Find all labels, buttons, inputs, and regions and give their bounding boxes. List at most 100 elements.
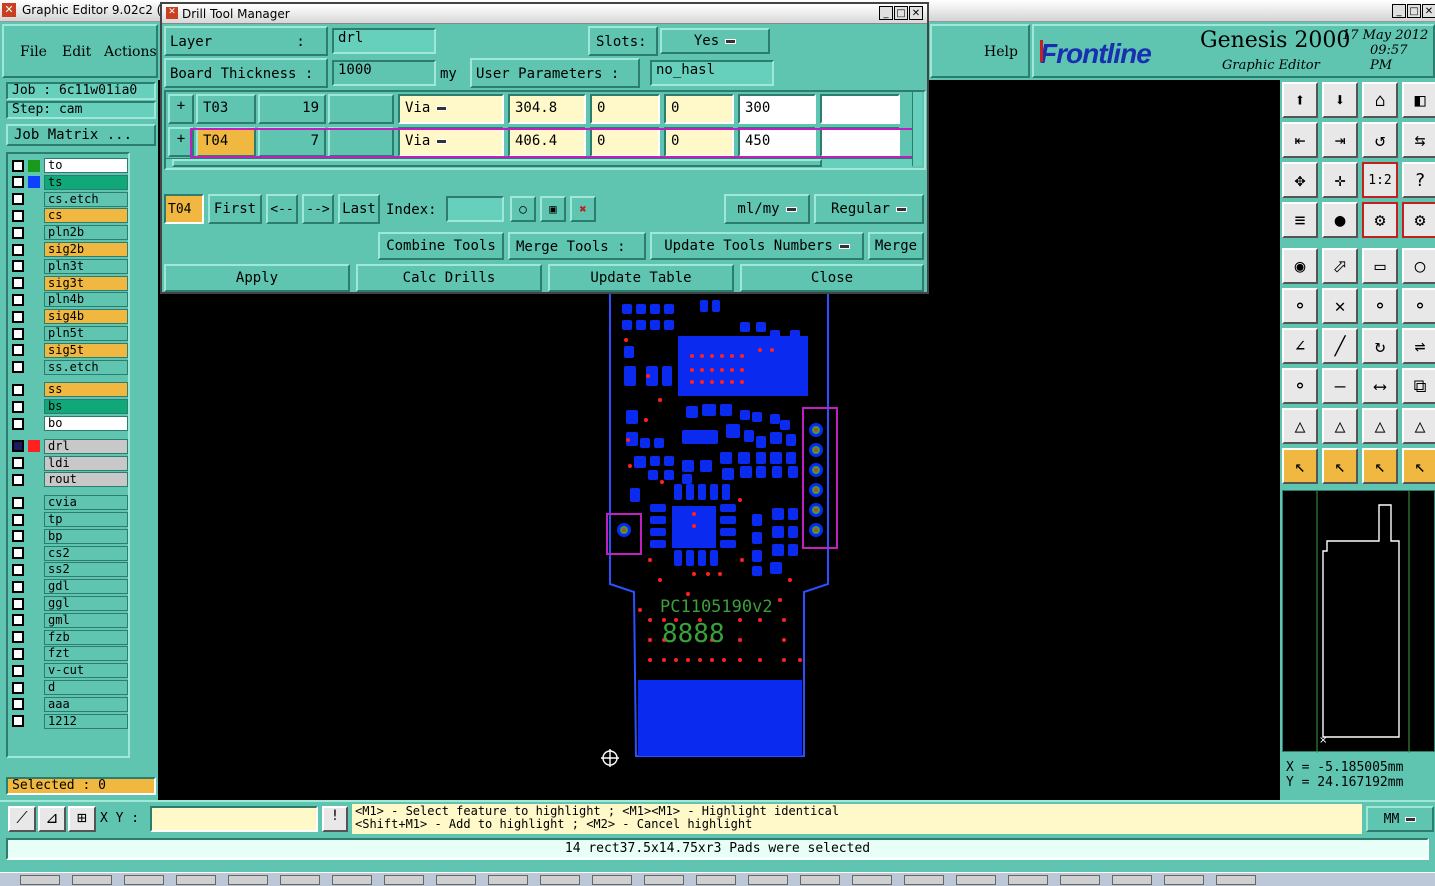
array-icon[interactable]: ⧉ bbox=[1402, 368, 1435, 404]
combine-tools-button[interactable]: Combine Tools bbox=[378, 232, 504, 260]
layer-checkbox[interactable] bbox=[12, 664, 24, 677]
hscroll-thumb[interactable] bbox=[172, 159, 822, 167]
grid-icon[interactable]: ⊞ bbox=[68, 806, 96, 832]
ruler-icon[interactable]: ▭ bbox=[1362, 248, 1398, 284]
layer-row-ggl[interactable]: ggl bbox=[12, 596, 128, 611]
job-matrix-button[interactable]: Job Matrix ... bbox=[6, 124, 156, 146]
taskbar-item[interactable] bbox=[748, 875, 788, 885]
layer-row-drl[interactable]: drl bbox=[12, 438, 128, 454]
angle-icon[interactable]: ∠ bbox=[1282, 328, 1318, 364]
taskbar-item[interactable] bbox=[436, 875, 476, 885]
line-tool-icon[interactable]: ╱ bbox=[1322, 328, 1358, 364]
arrow-box-icon[interactable]: ⬀ bbox=[1322, 248, 1358, 284]
taskbar-item[interactable] bbox=[488, 875, 528, 885]
layer-row-bp[interactable]: bp bbox=[12, 528, 128, 544]
menu-file[interactable]: File bbox=[20, 44, 47, 60]
layer-checkbox[interactable] bbox=[12, 277, 24, 290]
layer-checkbox[interactable] bbox=[12, 260, 24, 273]
layer-checkbox[interactable] bbox=[12, 647, 24, 660]
prev-button[interactable]: <-- bbox=[266, 194, 298, 224]
measure-icon[interactable]: ⊿ bbox=[38, 806, 66, 832]
select-b-icon[interactable]: ↖ bbox=[1322, 448, 1358, 484]
mode-dropdown[interactable]: Regular bbox=[814, 194, 924, 224]
layer-checkbox[interactable] bbox=[12, 614, 24, 627]
close-button[interactable]: Close bbox=[740, 264, 924, 292]
layer-checkbox[interactable] bbox=[12, 243, 24, 256]
layer-checkbox[interactable] bbox=[12, 193, 24, 206]
taskbar-item[interactable] bbox=[696, 875, 736, 885]
layer-checkbox[interactable] bbox=[12, 361, 24, 374]
dialog-minimize-icon[interactable]: _ bbox=[879, 6, 893, 20]
cross-icon[interactable]: ✕ bbox=[1322, 288, 1358, 324]
ring-icon[interactable]: ○ bbox=[1402, 248, 1435, 284]
layer-row-sig5t[interactable]: sig5t bbox=[12, 342, 128, 358]
layer-row-pln4b[interactable]: pln4b bbox=[12, 292, 128, 308]
tool-minus-tol[interactable]: 0 bbox=[664, 94, 734, 124]
index-field[interactable] bbox=[446, 196, 504, 222]
layer-row-sig2b[interactable]: sig2b bbox=[12, 242, 128, 257]
slots-dropdown[interactable]: Yes bbox=[660, 28, 770, 54]
layer-checkbox[interactable] bbox=[12, 563, 24, 576]
layer-checkbox[interactable] bbox=[12, 209, 24, 222]
calc-drills-button[interactable]: Calc Drills bbox=[356, 264, 542, 292]
unit-dropdown[interactable]: MM bbox=[1366, 806, 1434, 832]
layer-row-rout[interactable]: rout bbox=[12, 472, 128, 488]
layer-checkbox[interactable] bbox=[12, 715, 24, 728]
layer-field[interactable]: drl bbox=[332, 28, 436, 54]
setup-icon[interactable]: ⚙ bbox=[1362, 202, 1398, 238]
merge-button[interactable]: Merge bbox=[868, 232, 924, 260]
layer-checkbox[interactable] bbox=[12, 417, 24, 430]
layer-checkbox[interactable] bbox=[12, 159, 24, 172]
house-icon[interactable]: ⌂ bbox=[1362, 82, 1398, 118]
pan-left-icon[interactable]: ⇤ bbox=[1282, 122, 1318, 158]
layer-checkbox[interactable] bbox=[12, 383, 24, 396]
apply-button[interactable]: Apply bbox=[164, 264, 350, 292]
thickness-field[interactable]: 1000 bbox=[332, 60, 436, 86]
dot-icon[interactable]: ● bbox=[1322, 202, 1358, 238]
table-hscrollbar[interactable] bbox=[166, 158, 912, 168]
tri-b-icon[interactable]: △ bbox=[1322, 408, 1358, 444]
taskbar-item[interactable] bbox=[1008, 875, 1048, 885]
layer-checkbox[interactable] bbox=[12, 457, 24, 470]
snap-b-icon[interactable]: ⚬ bbox=[1402, 288, 1435, 324]
mirror-icon[interactable]: ⇌ bbox=[1402, 328, 1435, 364]
layer-row-sig4b[interactable]: sig4b bbox=[12, 309, 128, 325]
center-icon[interactable]: ✛ bbox=[1322, 162, 1358, 198]
layer-checkbox[interactable] bbox=[12, 293, 24, 306]
layer-checkbox[interactable] bbox=[12, 344, 24, 357]
layer-row-v-cut[interactable]: v-cut bbox=[12, 663, 128, 679]
layer-row-ldi[interactable]: ldi bbox=[12, 455, 128, 471]
taskbar-item[interactable] bbox=[852, 875, 892, 885]
dialog-maximize-icon[interactable]: □ bbox=[894, 6, 908, 20]
units-dropdown[interactable]: ml/my bbox=[724, 194, 810, 224]
taskbar-item[interactable] bbox=[1216, 875, 1256, 885]
layer-checkbox[interactable] bbox=[12, 580, 24, 593]
node-icon[interactable]: ⚬ bbox=[1282, 288, 1318, 324]
layer-row-gml[interactable]: gml bbox=[12, 612, 128, 628]
layer-row-gdl[interactable]: gdl bbox=[12, 579, 128, 595]
layer-row-pln2b[interactable]: pln2b bbox=[12, 225, 128, 241]
taskbar-item[interactable] bbox=[72, 875, 112, 885]
layer-row-fzt[interactable]: fzt bbox=[12, 646, 128, 662]
layer-row-d[interactable]: d bbox=[12, 680, 128, 695]
layer-row-ss[interactable]: ss bbox=[12, 382, 128, 398]
taskbar-item[interactable] bbox=[20, 875, 60, 885]
user-params-field[interactable]: no_hasl bbox=[650, 60, 774, 86]
zoom-home-icon[interactable]: ⬆ bbox=[1282, 82, 1318, 118]
layer-checkbox[interactable] bbox=[12, 513, 24, 526]
layer-checkbox[interactable] bbox=[12, 496, 24, 509]
tool-size-field[interactable]: 304.8 bbox=[508, 94, 586, 124]
taskbar-item[interactable] bbox=[384, 875, 424, 885]
first-button[interactable]: First bbox=[208, 194, 262, 224]
menu-actions[interactable]: Actions bbox=[104, 44, 157, 60]
maximize-icon[interactable]: □ bbox=[1407, 4, 1421, 18]
taskbar-item[interactable] bbox=[1060, 875, 1100, 885]
snap-icon[interactable]: ⟋ bbox=[8, 806, 36, 832]
menu-edit[interactable]: Edit bbox=[62, 44, 91, 60]
taskbar-item[interactable] bbox=[124, 875, 164, 885]
layer-checkbox[interactable] bbox=[12, 440, 24, 453]
layer-row-fzb[interactable]: fzb bbox=[12, 629, 128, 645]
layer-row-1212[interactable]: 1212 bbox=[12, 713, 128, 729]
tri-d-icon[interactable]: △ bbox=[1402, 408, 1435, 444]
taskbar-item[interactable] bbox=[176, 875, 216, 885]
